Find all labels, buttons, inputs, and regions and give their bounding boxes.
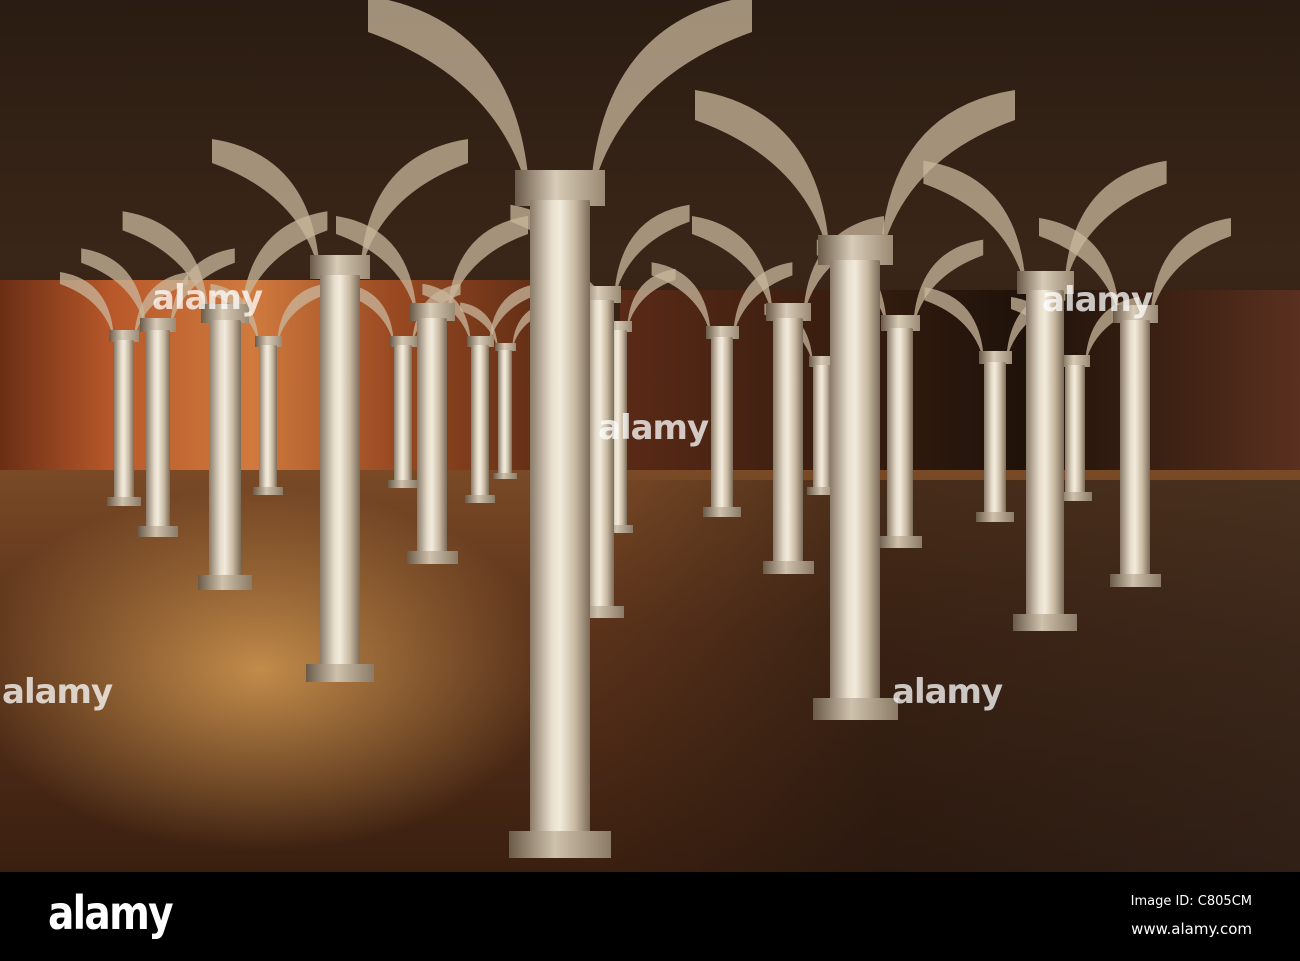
column-shaft	[209, 320, 241, 580]
column-shaft	[1120, 320, 1150, 578]
column-shaft	[259, 345, 277, 490]
column-base	[509, 831, 611, 858]
watermark: alamy	[1042, 280, 1153, 320]
column-base	[107, 497, 141, 506]
watermark: alamy	[892, 672, 1003, 712]
column-base	[387, 480, 419, 489]
website-link: www.alamy.com	[1131, 920, 1252, 938]
vault-rib	[924, 287, 984, 362]
alamy-logo: alamy	[48, 886, 174, 940]
column-base	[976, 511, 1014, 522]
column-shaft	[813, 365, 831, 490]
column-shaft	[984, 362, 1006, 515]
column-base	[137, 526, 179, 538]
column-shaft	[114, 340, 134, 500]
column-shaft	[773, 318, 803, 565]
stock-photo-frame: alamy alamy alamy alamy alamy alamy Imag…	[0, 0, 1300, 961]
column-base	[812, 697, 898, 720]
column-shaft	[471, 345, 489, 498]
column-base	[1012, 614, 1078, 632]
vault-rib	[1064, 160, 1167, 290]
column-shaft	[1026, 290, 1064, 620]
image-id: Image ID: C805CM	[1130, 894, 1252, 909]
column-shaft	[394, 345, 412, 483]
column-shaft	[1065, 365, 1085, 495]
vault-rib	[651, 262, 711, 337]
vault-rib	[913, 239, 984, 328]
column-base	[1109, 573, 1161, 587]
column-shaft	[586, 300, 614, 610]
crypt-photo: alamy alamy alamy alamy alamy	[0, 0, 1300, 872]
vault-rib	[1150, 218, 1231, 320]
column-shaft	[530, 200, 590, 840]
column-base	[252, 487, 284, 496]
column-base	[493, 472, 517, 480]
column-base	[877, 536, 923, 548]
column-shaft	[830, 260, 880, 705]
column-shaft	[711, 337, 733, 510]
column-base	[406, 550, 458, 564]
column-shaft	[498, 350, 512, 475]
column-shaft	[146, 330, 170, 530]
watermark: alamy	[152, 278, 263, 318]
footer-bar: alamy Image ID: C805CM www.alamy.com	[0, 872, 1300, 961]
column-base	[197, 575, 253, 590]
vault-rib	[277, 283, 326, 345]
vault-rib	[60, 272, 114, 340]
column-base	[762, 560, 814, 574]
column-base	[703, 506, 741, 517]
column-shaft	[887, 328, 913, 540]
watermark: alamy	[598, 408, 709, 448]
watermark: alamy	[2, 672, 113, 712]
column-base	[306, 664, 374, 682]
column-shaft	[417, 318, 447, 555]
column-base	[464, 495, 496, 504]
column-shaft	[320, 275, 360, 670]
